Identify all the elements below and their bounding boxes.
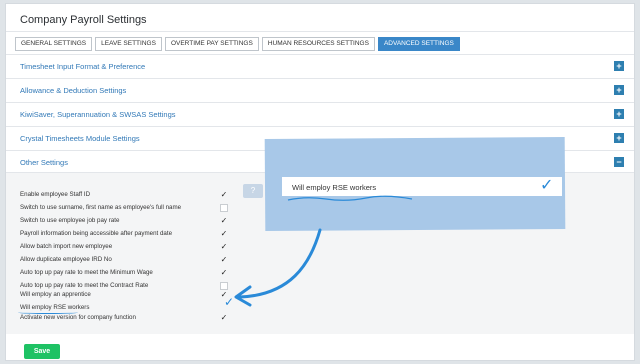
setting-row: Enable employee Staff ID ✓ <box>20 191 240 201</box>
page-title: Company Payroll Settings <box>20 14 147 26</box>
setting-label: Auto top up pay rate to meet the Contrac… <box>20 282 149 289</box>
tab-leave-settings[interactable]: LEAVE SETTINGS <box>95 37 162 51</box>
section-title[interactable]: Timesheet Input Format & Preference <box>20 62 145 71</box>
setting-row: Allow batch import new employee ✓ <box>20 243 240 253</box>
setting-checkbox[interactable]: ✓ <box>220 217 228 225</box>
expand-icon[interactable]: + <box>614 133 624 143</box>
setting-row: Activate new version for company functio… <box>20 314 240 324</box>
tab-overtime-pay-settings[interactable]: OVERTIME PAY SETTINGS <box>164 37 259 51</box>
expand-icon[interactable]: + <box>614 61 624 71</box>
setting-label: Activate new version for company functio… <box>20 314 136 321</box>
setting-checkbox[interactable]: ✓ <box>220 314 228 322</box>
title-divider <box>6 31 634 32</box>
setting-checkbox[interactable]: ✓ <box>220 191 228 199</box>
setting-row: Will employ an apprentice ✓ <box>20 291 240 301</box>
setting-checkbox[interactable] <box>220 204 228 212</box>
section-title[interactable]: Allowance & Deduction Settings <box>20 86 126 95</box>
tab-advanced-settings[interactable]: ADVANCED SETTINGS <box>377 37 460 51</box>
setting-label: Payroll information being accessible aft… <box>20 230 173 237</box>
setting-row: Payroll information being accessible aft… <box>20 230 240 240</box>
annotation-zoom-row: Will employ RSE workers ✓ <box>282 177 562 196</box>
collapse-icon[interactable]: − <box>614 157 624 167</box>
save-button[interactable]: Save <box>24 344 60 359</box>
setting-row: Switch to use surname, first name as emp… <box>20 204 240 214</box>
tab-human-resources-settings[interactable]: HUMAN RESOURCES SETTINGS <box>261 37 375 51</box>
section-allowance-deduction[interactable]: Allowance & Deduction Settings + <box>6 78 634 101</box>
setting-label: Auto top up pay rate to meet the Minimum… <box>20 269 153 276</box>
expand-icon[interactable]: + <box>614 109 624 119</box>
setting-label: Allow duplicate employee IRD No <box>20 256 112 263</box>
annotation-scribble-underline <box>287 195 413 201</box>
setting-label: Switch to use employee job pay rate <box>20 217 120 224</box>
section-title[interactable]: Other Settings <box>20 158 68 167</box>
section-timesheet-input[interactable]: Timesheet Input Format & Preference + <box>6 54 634 77</box>
help-icon[interactable]: ? <box>243 184 263 198</box>
annotation-zoom-label: Will employ RSE workers <box>292 183 377 192</box>
annotation-arrow-icon <box>234 228 322 307</box>
section-title[interactable]: KiwiSaver, Superannuation & SWSAS Settin… <box>20 110 176 119</box>
setting-label: Allow batch import new employee <box>20 243 113 250</box>
annotation-zoom-check-icon: ✓ <box>540 177 554 194</box>
setting-label: Will employ RSE workers <box>20 304 90 311</box>
annotation-underline <box>18 311 78 314</box>
setting-row: Allow duplicate employee IRD No ✓ <box>20 256 240 266</box>
expand-icon[interactable]: + <box>614 85 624 95</box>
tab-general-settings[interactable]: GENERAL SETTINGS <box>15 37 93 51</box>
settings-tabs: GENERAL SETTINGS LEAVE SETTINGS OVERTIME… <box>15 37 460 51</box>
setting-label: Switch to use surname, first name as emp… <box>20 204 182 211</box>
setting-label: Enable employee Staff ID <box>20 191 91 198</box>
setting-label: Will employ an apprentice <box>20 291 91 298</box>
setting-row: Auto top up pay rate to meet the Minimum… <box>20 269 240 279</box>
setting-row: Switch to use employee job pay rate ✓ <box>20 217 240 227</box>
section-kiwisaver[interactable]: KiwiSaver, Superannuation & SWSAS Settin… <box>6 102 634 125</box>
section-title[interactable]: Crystal Timesheets Module Settings <box>20 134 140 143</box>
